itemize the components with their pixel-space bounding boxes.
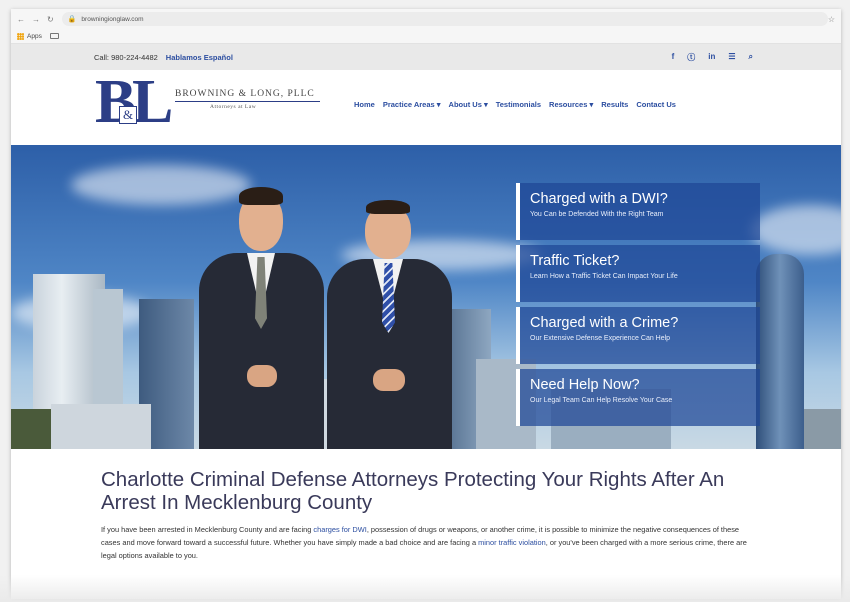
twitter-icon[interactable]: ⓣ — [687, 52, 695, 63]
site-header: B L & BROWNING & LONG, PLLC Attorneys at… — [11, 70, 841, 141]
cta-traffic-ticket[interactable]: Traffic Ticket? Learn How a Traffic Tick… — [516, 245, 760, 302]
nav-home[interactable]: Home — [354, 100, 375, 109]
reload-icon[interactable]: ↻ — [47, 15, 54, 24]
nav-about-us[interactable]: About Us ▾ — [449, 100, 488, 109]
main-nav: Home Practice Areas ▾ About Us ▾ Testimo… — [354, 100, 676, 109]
back-icon[interactable]: ← — [17, 15, 25, 24]
logo-divider — [175, 101, 320, 102]
cta-title: Charged with a DWI? — [530, 191, 668, 207]
cloud — [751, 205, 841, 255]
hands — [247, 365, 277, 387]
site-topbar: Call: 980-224-4482 Hablamos Español f ⓣ … — [11, 44, 841, 70]
cta-dwi[interactable]: Charged with a DWI? You Can be Defended … — [516, 183, 760, 240]
hands — [373, 369, 405, 391]
apps-grid-icon — [17, 32, 24, 40]
logo-firm-name: BROWNING & LONG, PLLC — [175, 89, 315, 99]
nav-practice-areas[interactable]: Practice Areas ▾ — [383, 100, 441, 109]
phone-number[interactable]: Call: 980-224-4482 — [94, 53, 158, 62]
bookmark-apps[interactable]: Apps — [17, 32, 42, 40]
cta-subtitle: Our Extensive Defense Experience Can Hel… — [530, 335, 671, 342]
espanol-link[interactable]: Hablamos Español — [166, 53, 233, 62]
hair — [239, 187, 283, 205]
browser-toolbar: ← → ↻ 🔒 browningionglaw.com ☆ — [11, 9, 841, 29]
forward-icon[interactable]: → — [32, 15, 40, 24]
nav-resources[interactable]: Resources ▾ — [549, 100, 593, 109]
bookmark-folder-icon[interactable] — [49, 33, 59, 39]
search-icon[interactable]: ⌕ — [749, 52, 753, 63]
facebook-icon[interactable]: f — [672, 52, 675, 63]
logo-tagline: Attorneys at Law — [210, 104, 257, 110]
nav-testimonials[interactable]: Testimonials — [496, 100, 541, 109]
lock-icon: 🔒 — [67, 16, 77, 23]
bookmark-star-icon[interactable]: ☆ — [828, 15, 835, 24]
link-traffic-violation[interactable]: minor traffic violation — [478, 538, 546, 547]
cta-crime[interactable]: Charged with a Crime? Our Extensive Defe… — [516, 307, 760, 364]
browser-window: ← → ↻ 🔒 browningionglaw.com ☆ Apps Call:… — [11, 9, 841, 599]
address-bar[interactable]: 🔒 browningionglaw.com — [61, 12, 828, 26]
page-headline: Charlotte Criminal Defense Attorneys Pro… — [101, 468, 725, 514]
attorney-photo-right — [327, 173, 452, 449]
cta-title: Traffic Ticket? — [530, 253, 620, 269]
cta-need-help[interactable]: Need Help Now? Our Legal Team Can Help R… — [516, 369, 760, 426]
logo-letter-l: L — [132, 68, 174, 136]
logo-ampersand: & — [119, 106, 137, 124]
bookmarks-bar: Apps — [11, 29, 841, 44]
social-links: f ⓣ in ☰ ⌕ — [672, 52, 753, 63]
cta-subtitle: You Can be Defended With the Right Team — [530, 211, 664, 218]
main-content: Charlotte Criminal Defense Attorneys Pro… — [101, 468, 751, 562]
nav-contact-us[interactable]: Contact Us — [636, 100, 676, 109]
cta-list: Charged with a DWI? You Can be Defended … — [516, 183, 760, 431]
cta-subtitle: Learn How a Traffic Ticket Can Impact Yo… — [530, 273, 678, 280]
intro-paragraph: If you have been arrested in Mecklenburg… — [101, 523, 751, 562]
nav-results[interactable]: Results — [601, 100, 628, 109]
linkedin-icon[interactable]: in — [708, 52, 715, 63]
link-dwi-charges[interactable]: charges for DWI — [313, 525, 366, 534]
intro-text: If you have been arrested in Mecklenburg… — [101, 525, 314, 534]
site-logo[interactable]: B L & BROWNING & LONG, PLLC Attorneys at… — [95, 68, 325, 136]
cta-title: Charged with a Crime? — [530, 315, 679, 331]
building — [51, 404, 151, 449]
rss-icon[interactable]: ☰ — [728, 52, 735, 63]
browser-nav: ← → ↻ — [17, 15, 54, 24]
cta-title: Need Help Now? — [530, 377, 640, 393]
url-text: browningionglaw.com — [81, 15, 144, 23]
building — [804, 409, 841, 449]
hair — [366, 200, 410, 214]
cta-subtitle: Our Legal Team Can Help Resolve Your Cas… — [530, 397, 673, 404]
attorney-photo-left — [199, 165, 324, 449]
bookmark-apps-label: Apps — [27, 32, 42, 40]
bottom-shadow — [0, 575, 850, 602]
building — [756, 254, 804, 449]
hero-banner: Charged with a DWI? You Can be Defended … — [11, 145, 841, 449]
